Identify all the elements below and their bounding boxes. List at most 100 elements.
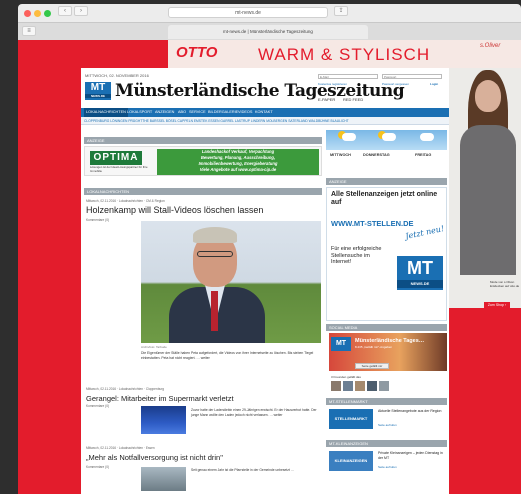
jobs-headline: Alle Stellenanzeigen jetzt online auf xyxy=(331,191,438,206)
article-thumbnail[interactable] xyxy=(141,467,186,491)
article-photo[interactable] xyxy=(141,221,321,343)
minimize-window-icon[interactable] xyxy=(34,10,41,17)
photo-tie xyxy=(211,291,218,331)
login-box: E-Mail Passwort Kostenlos registrieren P… xyxy=(318,70,446,94)
nav-lokalsport[interactable]: LOKALSPORT xyxy=(127,108,152,117)
article-title[interactable]: „Mehr als Notfallversorgung ist nicht dr… xyxy=(86,453,223,462)
redfeed-link[interactable]: RED FEED xyxy=(343,97,363,102)
mt-logo-bottom: NEWS.DE xyxy=(85,94,111,98)
friend-avatar[interactable] xyxy=(343,381,353,391)
friend-avatar[interactable] xyxy=(379,381,389,391)
sub-navigation-towns[interactable]: CLOPPENBURG LÖNINGEN PRÜGHTTHE BARSSEL B… xyxy=(84,117,349,125)
jobs-subline: Für eine erfolgreiche Stellensuche im In… xyxy=(331,246,382,265)
stellenmarkt-section-bar: MT-STELLENMARKT xyxy=(326,398,447,405)
facebook-page-logo: MT xyxy=(331,337,351,351)
weather-day: DONNERSTAG xyxy=(363,153,390,157)
jobs-logo-top: MT xyxy=(407,258,433,278)
stellenmarkt-widget[interactable]: STELLENMARKT Aktuelle Stellenangebote au… xyxy=(326,407,447,437)
article-meta: Mittwoch, 02.11.2016 · Lokalnachrichten … xyxy=(86,446,155,450)
right-ad-section-bar: ANZEIGE xyxy=(326,178,447,185)
facebook-page-name[interactable]: Münsterländische Tages… xyxy=(355,338,424,344)
email-field[interactable]: E-Mail xyxy=(318,74,378,79)
ad-section-bar: ANZEIGE xyxy=(84,137,322,144)
side-ad-caption: Mode von s.Oliver. Entdecken auf otto.de xyxy=(490,280,520,288)
web-page: OTTO WARM & STYLISCH s.Oliver Mode von s… xyxy=(18,40,521,494)
stellenmarkt-image[interactable]: STELLENMARKT xyxy=(329,409,373,429)
facebook-likes: 8.235 „Gefällt mir"-Angaben xyxy=(355,345,393,349)
facebook-friends: 3 Freunden gefällt das xyxy=(331,375,361,379)
facebook-widget[interactable]: MT Münsterländische Tages… 8.235 „Gefäll… xyxy=(329,333,447,395)
register-link[interactable]: Kostenlos registrieren xyxy=(318,82,347,86)
login-button[interactable]: Login xyxy=(430,82,438,86)
kleinanzeigen-link[interactable]: Seite aufrufen xyxy=(378,465,397,469)
back-button[interactable]: ‹ xyxy=(58,6,72,16)
article-teaser[interactable]: Zuvor hatte der Ladendiebin einen 29-Jäh… xyxy=(191,408,321,417)
nav-bildergalerie[interactable]: BILDERGALERIE xyxy=(208,108,238,117)
nav-lokalnachrichten[interactable]: LOKALNACHRICHTEN xyxy=(84,108,128,117)
optima-line: Viele Angebote auf www.optima-cip.de xyxy=(199,167,277,172)
optima-ad[interactable]: OPTIMA Lösungen ist der Ideal-Lösungspar… xyxy=(84,146,322,176)
optima-ad-text: Landeshackof Verkauf, Verpachtung Bewert… xyxy=(157,149,319,175)
article-teaser[interactable]: Seit genau einem Jahr ist die Pfarrstell… xyxy=(191,468,321,473)
article-teaser[interactable]: Die Eigentümer der Ställe haben Peta auf… xyxy=(141,351,321,360)
screenshot-frame: ‹ › mt-news.de ⇪ ≡ mt-news.de | Münsterl… xyxy=(0,0,521,494)
photo-glasses xyxy=(197,251,233,257)
nav-service[interactable]: SERVICE xyxy=(189,108,206,117)
share-icon[interactable]: ⇪ xyxy=(334,6,348,16)
close-window-icon[interactable] xyxy=(24,10,31,17)
article-comments-link[interactable]: Kommentare (0) xyxy=(86,404,109,408)
maximize-window-icon[interactable] xyxy=(44,10,51,17)
stellenmarkt-link[interactable]: Seite aufrufen xyxy=(378,423,397,427)
nav-videos[interactable]: VIDEOS xyxy=(238,108,252,117)
sidebar-icon[interactable]: ≡ xyxy=(22,26,36,36)
article-meta: Mittwoch, 02.11.2016 · Lokalnachrichten … xyxy=(86,387,165,391)
nav-kontakt[interactable]: KONTAKT xyxy=(255,108,273,117)
ad-brand-otto[interactable]: OTTO xyxy=(176,44,217,61)
nav-anzeigen[interactable]: ANZEIGEN xyxy=(155,108,174,117)
friend-avatar[interactable] xyxy=(331,381,341,391)
mt-logo[interactable]: MT NEWS.DE xyxy=(85,82,111,100)
password-field[interactable]: Passwort xyxy=(382,74,442,79)
news-site: MITTWOCH, 02. NOVEMBER 2016 MT NEWS.DE Mü… xyxy=(81,68,449,494)
photo-credit: Archivfoto: Tarbude xyxy=(141,345,167,349)
sub-navigation: CLOPPENBURG LÖNINGEN PRÜGHTTHE BARSSEL B… xyxy=(81,117,449,125)
cloud-icon xyxy=(342,133,356,141)
forgot-password-link[interactable]: Passwort vergessen xyxy=(382,82,409,86)
jobs-url[interactable]: WWW.MT-STELLEN.DE xyxy=(331,219,414,228)
current-date: MITTWOCH, 02. NOVEMBER 2016 xyxy=(85,73,149,78)
article-comments-link[interactable]: Kommentare (0) xyxy=(86,218,109,222)
friend-avatar[interactable] xyxy=(355,381,365,391)
article-meta: Mittwoch, 02.11.2016 · Lokalnachrichten … xyxy=(86,199,165,203)
weather-widget[interactable] xyxy=(326,130,447,150)
forward-button[interactable]: › xyxy=(74,6,88,16)
article-title[interactable]: Gerangel: Mitarbeiter im Supermarkt verl… xyxy=(86,394,234,403)
ad-headline[interactable]: WARM & STYLISCH xyxy=(258,45,430,65)
nav-abo[interactable]: ABO xyxy=(178,108,186,117)
friend-avatar[interactable] xyxy=(367,381,377,391)
optima-logo: OPTIMA xyxy=(90,151,142,165)
facebook-like-button[interactable]: Seite gefällt mir xyxy=(355,363,389,369)
cloud-icon xyxy=(420,133,434,141)
article-title[interactable]: Holzenkamp will Stall-Videos löschen las… xyxy=(86,205,263,215)
kleinanzeigen-image[interactable]: KLEINANZEIGEN xyxy=(329,451,373,471)
photo-hair xyxy=(193,227,237,243)
jobs-logo-bottom: NEWS.DE xyxy=(397,280,443,288)
article-comments-link[interactable]: Kommentare (0) xyxy=(86,465,109,469)
social-section-bar: SOCIAL MEDIA xyxy=(326,324,447,331)
tab-active[interactable]: mt-news.de | Münsterländische Tageszeitu… xyxy=(168,25,368,39)
jobs-mt-logo: MT NEWS.DE xyxy=(397,256,443,290)
stellenmarkt-text: Aktuelle Stellenangebote aus der Region xyxy=(378,409,442,413)
weather-day: FREITAG xyxy=(415,153,432,157)
kleinanzeigen-widget[interactable]: KLEINANZEIGEN Private Kleinanzeigen – je… xyxy=(326,449,447,479)
kleinanzeigen-section-bar: MT-KLEINANZEIGEN xyxy=(326,440,447,447)
side-ad-shop-button[interactable]: Zum Shop › xyxy=(484,302,510,309)
article-thumbnail[interactable] xyxy=(141,406,186,434)
kleinanzeigen-text: Private Kleinanzeigen – jeden Dienstag i… xyxy=(378,451,443,460)
epaper-link[interactable]: E-PAPER xyxy=(318,97,335,102)
jobs-ad[interactable]: Alle Stellenanzeigen jetzt online auf WW… xyxy=(326,187,447,321)
browser-chrome: ‹ › mt-news.de ⇪ ≡ mt-news.de | Münsterl… xyxy=(18,4,521,40)
ad-model-coat xyxy=(460,125,516,275)
address-bar[interactable]: mt-news.de xyxy=(168,7,328,18)
main-navigation: LOKALNACHRICHTEN LOKALSPORT ANZEIGEN ABO… xyxy=(81,108,449,117)
ad-partner[interactable]: s.Oliver xyxy=(480,43,500,49)
